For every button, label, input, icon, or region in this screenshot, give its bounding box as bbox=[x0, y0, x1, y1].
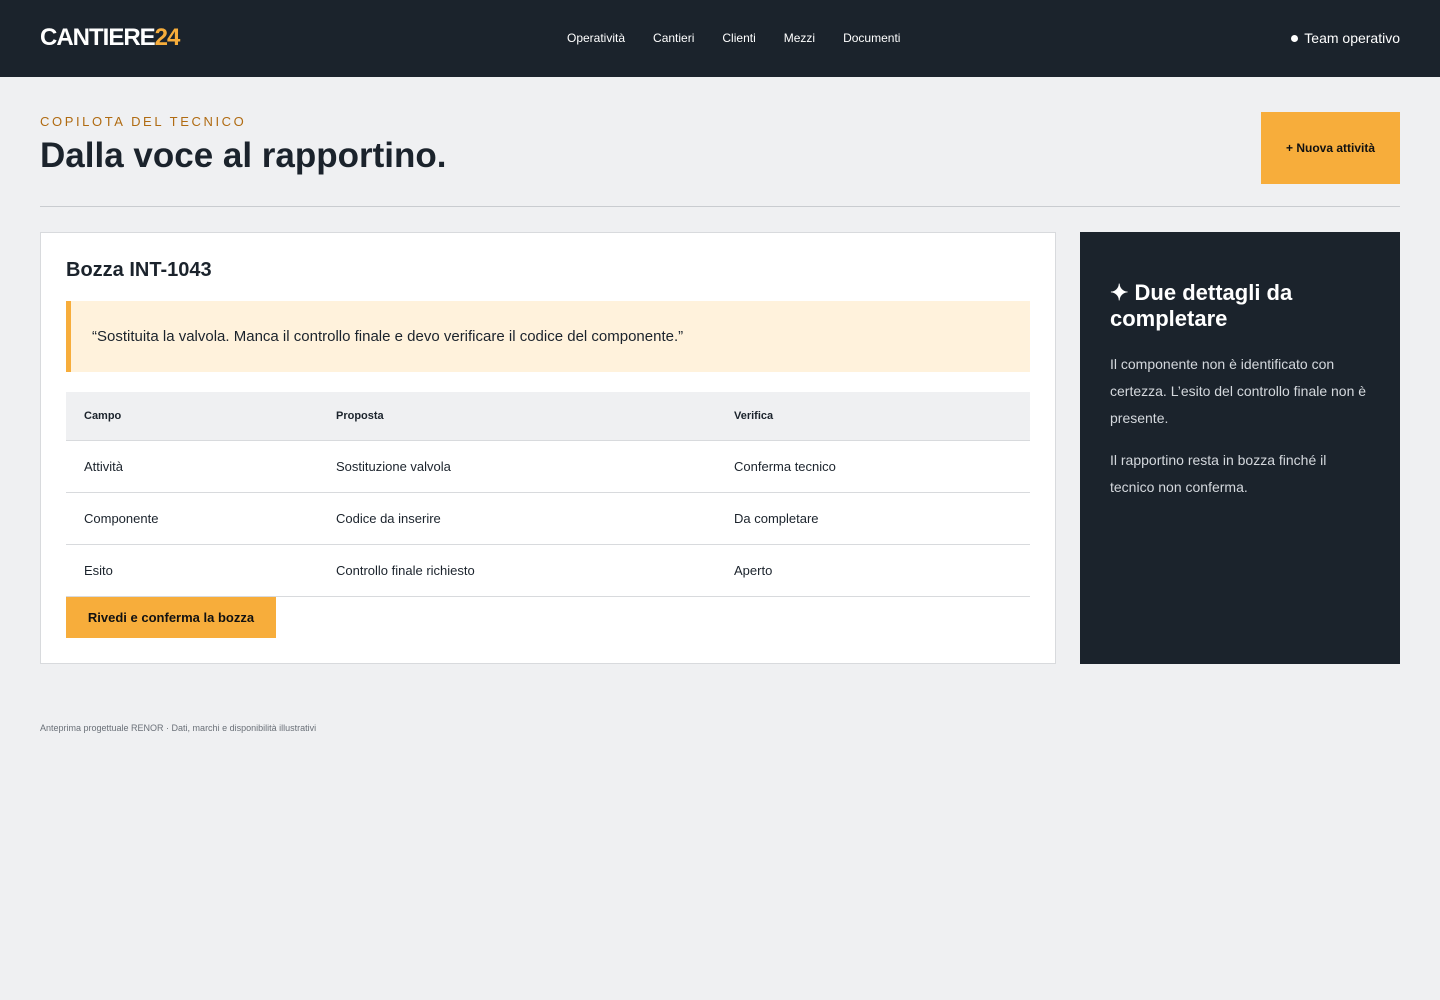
footer-note: Anteprima progettuale RENOR · Dati, marc… bbox=[40, 723, 317, 733]
panel-paragraph: Il rapportino resta in bozza finché il t… bbox=[1110, 452, 1327, 495]
table-header-row: Campo Proposta Verifica bbox=[66, 392, 1030, 441]
team-status[interactable]: Team operativo bbox=[1291, 29, 1400, 47]
cell-campo: Attività bbox=[66, 440, 318, 493]
panel-paragraph: Il componente non è identificato con cer… bbox=[1110, 356, 1367, 426]
cell-proposta: Sostituzione valvola bbox=[318, 440, 716, 493]
nav-item-documenti[interactable]: Documenti bbox=[843, 30, 900, 46]
cell-verifica: Da completare bbox=[716, 492, 1030, 545]
draft-card: Bozza INT-1043 “Sostituita la valvola. M… bbox=[40, 232, 1056, 664]
column-header-campo: Campo bbox=[66, 392, 318, 441]
logo-accent-text: 24 bbox=[154, 24, 181, 51]
cell-verifica: Aperto bbox=[716, 544, 1030, 597]
main-nav: Operatività Cantieri Clienti Mezzi Docum… bbox=[567, 30, 928, 46]
divider bbox=[40, 206, 1400, 207]
confirm-draft-button[interactable]: Rivedi e conferma la bozza bbox=[66, 597, 276, 638]
table-row: Attività Sostituzione valvola Conferma t… bbox=[66, 440, 1030, 493]
draft-fields-table: Campo Proposta Verifica Attività Sostitu… bbox=[66, 392, 1030, 597]
new-activity-button[interactable]: + Nuova attività bbox=[1261, 112, 1400, 184]
panel-title: ✦ Due dettagli da completare bbox=[1110, 280, 1293, 331]
column-header-verifica: Verifica bbox=[716, 392, 1030, 441]
nav-item-cantieri[interactable]: Cantieri bbox=[653, 30, 694, 46]
page-eyebrow: COPILOTA DEL TECNICO bbox=[40, 114, 247, 129]
logo[interactable]: CANTIERE24 bbox=[40, 23, 181, 53]
cell-verifica: Conferma tecnico bbox=[716, 440, 1030, 493]
cell-campo: Esito bbox=[66, 544, 318, 597]
column-header-proposta: Proposta bbox=[318, 392, 716, 441]
cell-campo: Componente bbox=[66, 492, 318, 545]
voice-transcript-quote: “Sostituita la valvola. Manca il control… bbox=[66, 301, 1030, 372]
top-navigation-bar: CANTIERE24 Operatività Cantieri Clienti … bbox=[0, 0, 1440, 77]
page-title: Dalla voce al rapportino. bbox=[40, 136, 447, 175]
nav-item-mezzi[interactable]: Mezzi bbox=[784, 30, 815, 46]
table-row: Esito Controllo finale richiesto Aperto bbox=[66, 544, 1030, 597]
nav-item-clienti[interactable]: Clienti bbox=[722, 30, 755, 46]
nav-item-operativita[interactable]: Operatività bbox=[567, 30, 625, 46]
cell-proposta: Controllo finale richiesto bbox=[318, 544, 716, 597]
draft-title: Bozza INT-1043 bbox=[66, 259, 212, 281]
cell-proposta: Codice da inserire bbox=[318, 492, 716, 545]
status-dot-icon bbox=[1291, 34, 1299, 42]
missing-details-panel: ✦ Due dettagli da completare Il componen… bbox=[1080, 232, 1400, 664]
logo-text: CANTIERE bbox=[40, 24, 156, 51]
team-label: Team operativo bbox=[1304, 30, 1400, 46]
table-row: Componente Codice da inserire Da complet… bbox=[66, 492, 1030, 545]
